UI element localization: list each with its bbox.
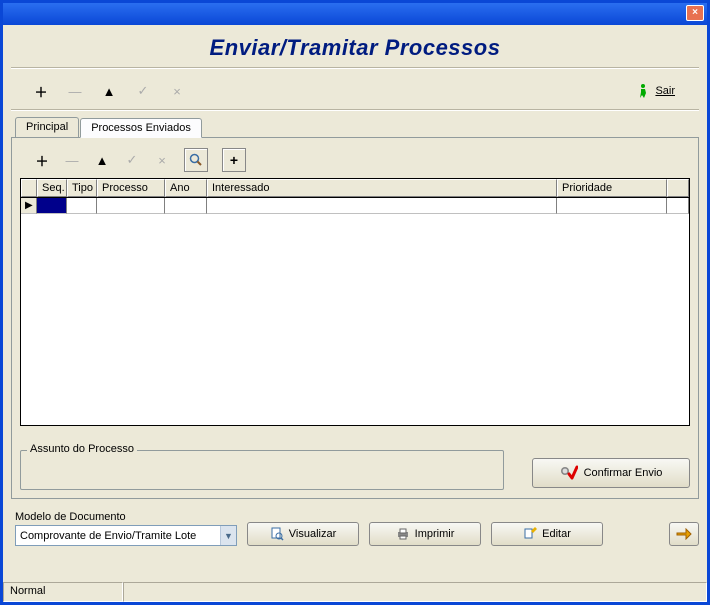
next-button[interactable] (669, 522, 699, 546)
cell-interessado[interactable] (207, 198, 557, 214)
exit-label: Sair (655, 85, 675, 97)
editar-label: Editar (542, 528, 571, 540)
col-tipo[interactable]: Tipo (67, 179, 97, 197)
chevron-down-icon: ▼ (220, 526, 236, 545)
col-marker (21, 179, 37, 197)
divider (11, 109, 699, 111)
visualizar-label: Visualizar (289, 528, 337, 540)
modelo-selected: Comprovante de Envio/Tramite Lote (20, 530, 196, 542)
edit-icon (523, 527, 537, 541)
main-toolbar: ＋ — ▲ ✓ × Sair (3, 69, 707, 109)
tab-principal[interactable]: Principal (15, 117, 79, 137)
confirmar-envio-button[interactable]: Confirmar Envio (532, 458, 690, 488)
grid-body[interactable]: ▶ (21, 198, 689, 425)
editar-button[interactable]: Editar (491, 522, 603, 546)
add-icon[interactable]: ＋ (33, 83, 49, 99)
arrow-right-icon (676, 528, 692, 540)
tab-processos-enviados[interactable]: Processos Enviados (80, 118, 202, 138)
close-icon[interactable]: × (686, 5, 704, 21)
cell-ano[interactable] (165, 198, 207, 214)
grid-cancel-icon: × (154, 152, 170, 168)
up-icon[interactable]: ▲ (101, 83, 117, 99)
imprimir-label: Imprimir (415, 528, 455, 540)
check-icon: ✓ (135, 83, 151, 99)
confirmar-label: Confirmar Envio (584, 467, 663, 479)
modelo-dropdown[interactable]: Comprovante de Envio/Tramite Lote ▼ (15, 525, 237, 546)
imprimir-button[interactable]: Imprimir (369, 522, 481, 546)
printer-icon (396, 527, 410, 541)
grid-header: Seq. Tipo Processo Ano Interessado Prior… (21, 179, 689, 198)
col-ano[interactable]: Ano (165, 179, 207, 197)
cell-processo[interactable] (97, 198, 165, 214)
preview-icon (270, 527, 284, 541)
status-spacer (123, 582, 707, 602)
grid-add-icon[interactable]: ＋ (34, 152, 50, 168)
confirm-icon (560, 465, 578, 481)
cell-tail (667, 198, 689, 214)
grid-up-icon[interactable]: ▲ (94, 152, 110, 168)
cell-prioridade[interactable] (557, 198, 667, 214)
cancel-icon: × (169, 83, 185, 99)
grid-toolbar: ＋ — ▲ ✓ × + (20, 146, 690, 178)
tab-panel-enviados: ＋ — ▲ ✓ × + Seq. Tipo Processo Ano Inter… (11, 137, 699, 499)
grid-remove-icon: — (64, 152, 80, 168)
statusbar: Normal (3, 582, 707, 602)
cell-seq[interactable] (37, 198, 67, 214)
app-window: × Enviar/Tramitar Processos ＋ — ▲ ✓ × Sa… (0, 0, 710, 605)
page-title: Enviar/Tramitar Processos (3, 35, 707, 61)
tabbar: Principal Processos Enviados (15, 117, 707, 137)
search-button[interactable] (184, 148, 208, 172)
assunto-label: Assunto do Processo (27, 443, 137, 455)
assunto-groupbox: Assunto do Processo (20, 450, 504, 490)
header: Enviar/Tramitar Processos (3, 25, 707, 67)
col-prioridade[interactable]: Prioridade (557, 179, 667, 197)
visualizar-button[interactable]: Visualizar (247, 522, 359, 546)
col-seq[interactable]: Seq. (37, 179, 67, 197)
exit-button[interactable]: Sair (635, 83, 695, 99)
row-marker-icon: ▶ (21, 198, 37, 214)
col-tail (667, 179, 689, 197)
table-row[interactable]: ▶ (21, 198, 689, 214)
cell-tipo[interactable] (67, 198, 97, 214)
person-walk-icon (635, 83, 651, 99)
status-text: Normal (3, 582, 123, 602)
col-processo[interactable]: Processo (97, 179, 165, 197)
remove-icon: — (67, 83, 83, 99)
bottom-actions: Modelo de Documento Comprovante de Envio… (15, 511, 699, 546)
processos-grid[interactable]: Seq. Tipo Processo Ano Interessado Prior… (20, 178, 690, 426)
add-button-square[interactable]: + (222, 148, 246, 172)
titlebar: × (3, 3, 707, 25)
modelo-label: Modelo de Documento (15, 511, 237, 523)
grid-check-icon: ✓ (124, 152, 140, 168)
col-interessado[interactable]: Interessado (207, 179, 557, 197)
modelo-block: Modelo de Documento Comprovante de Envio… (15, 511, 237, 546)
